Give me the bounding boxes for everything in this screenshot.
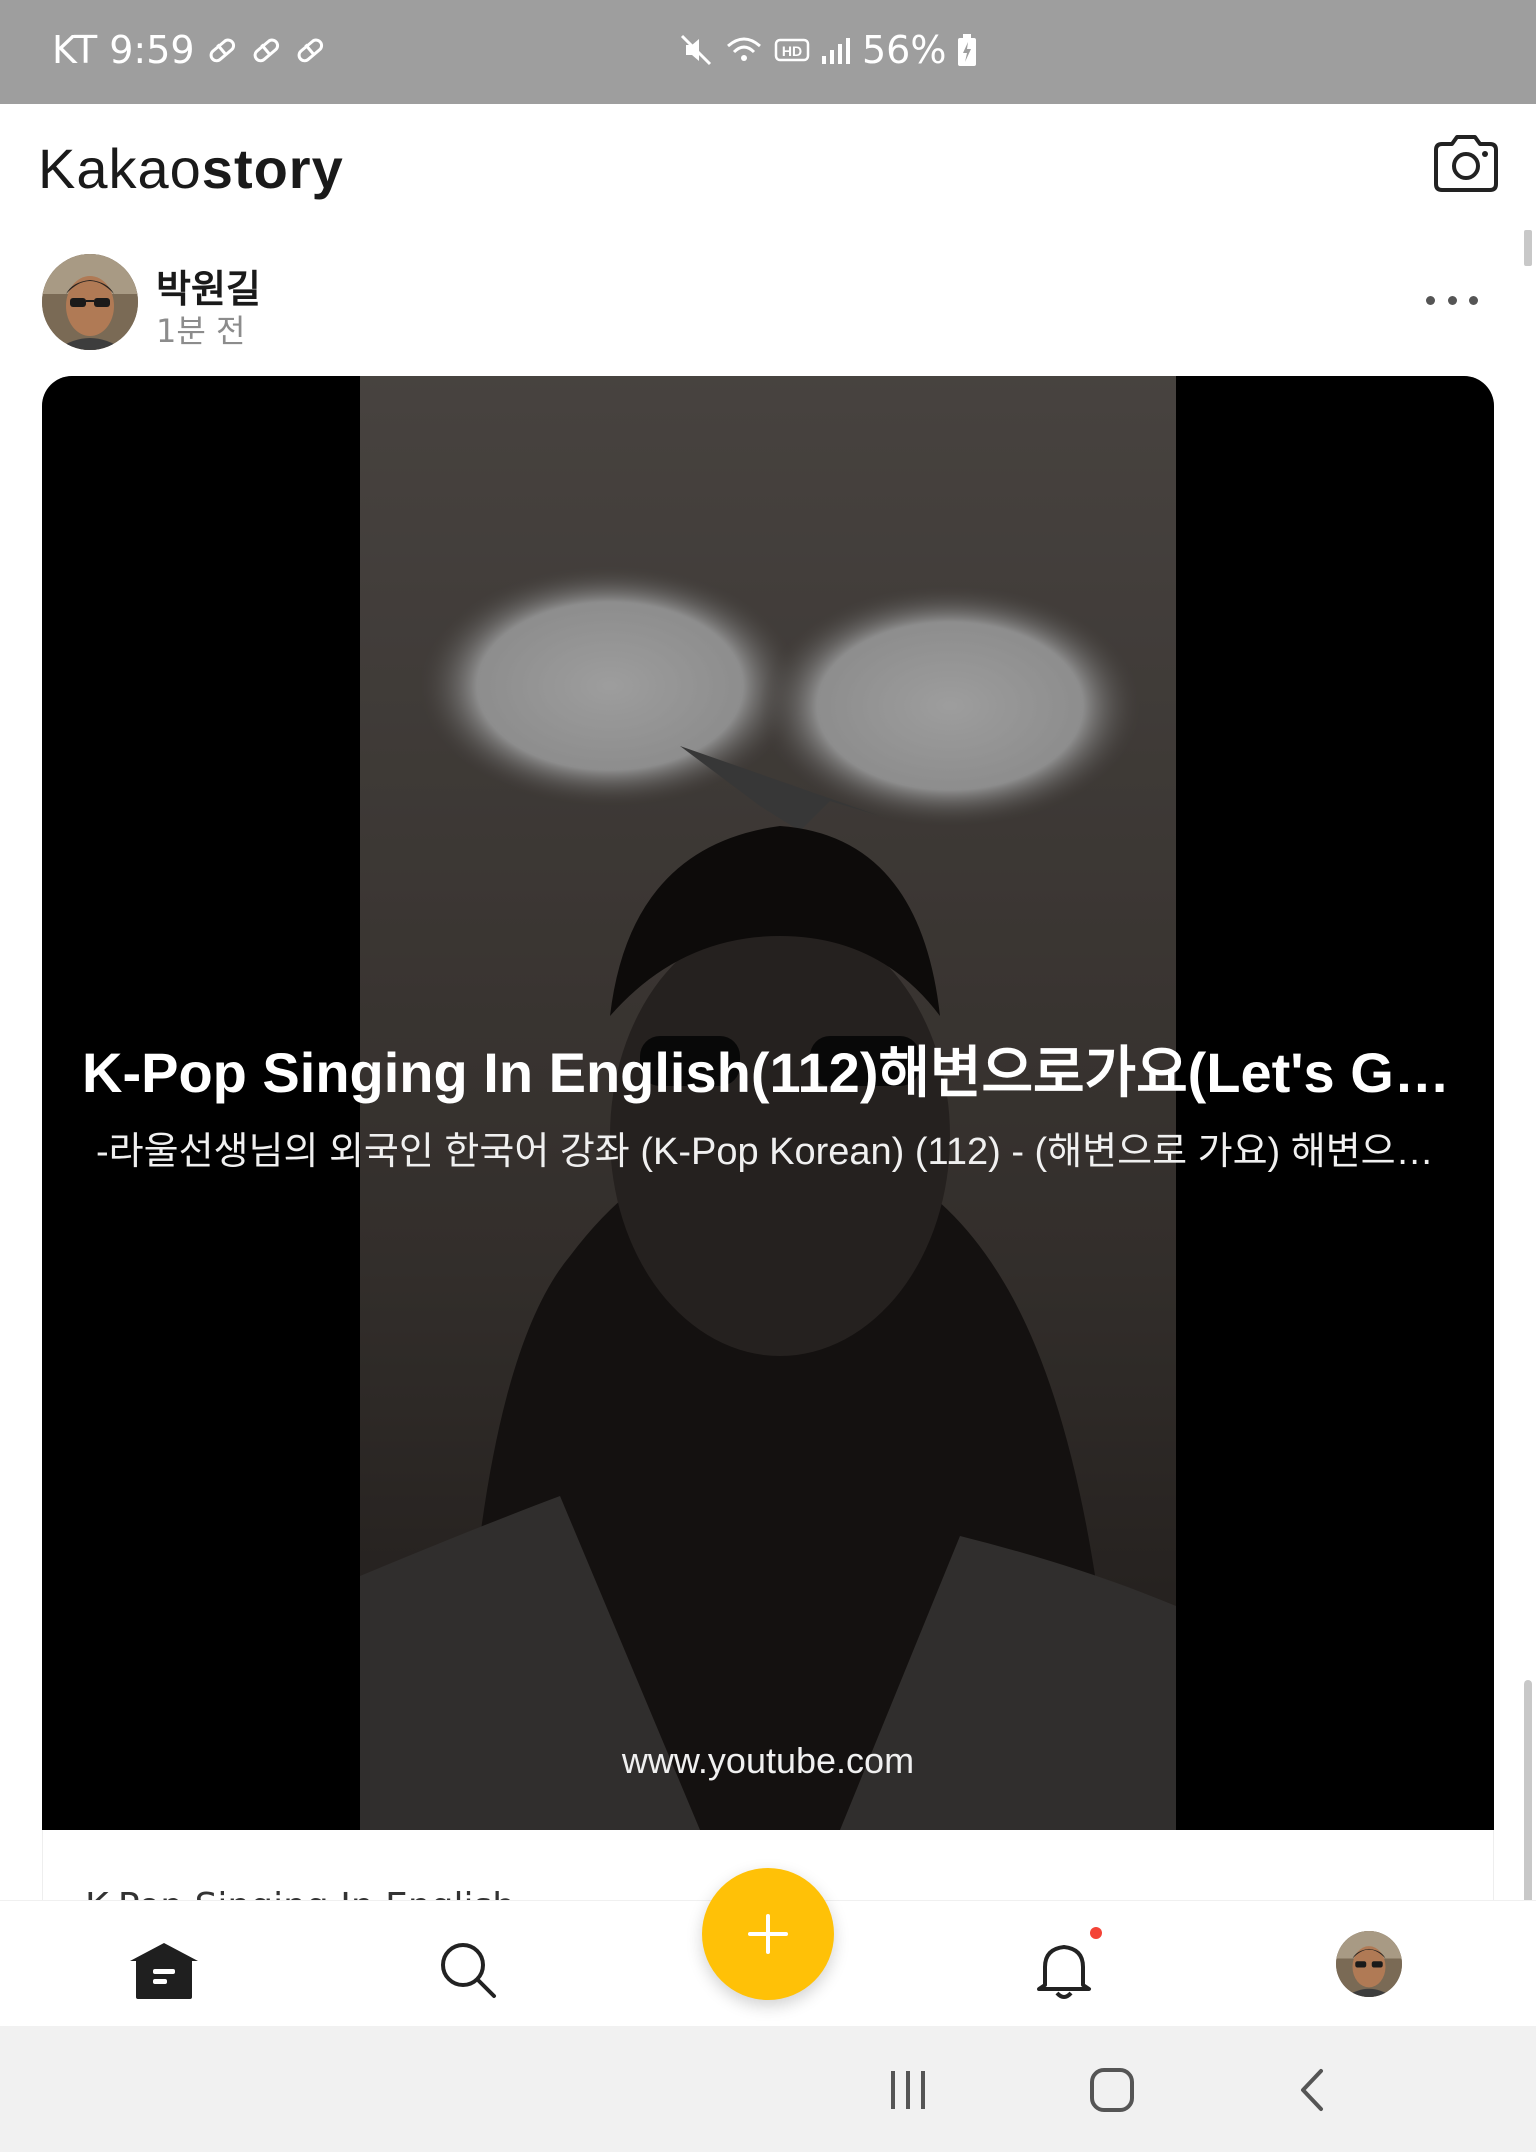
home-button-graphic	[1090, 2068, 1134, 2112]
post-header: 박원길 1분 전	[0, 250, 1536, 360]
bell-icon-graphic	[1037, 1945, 1091, 1999]
hd-icon: HD	[774, 38, 810, 62]
link-description: -라울선생님의 외국인 한국어 강좌 (K-Pop Korean) (112) …	[96, 1131, 1436, 1173]
pill-icon	[297, 38, 323, 63]
bell-icon[interactable]	[1024, 1935, 1104, 2005]
mute-icon	[680, 34, 712, 66]
back-icon[interactable]	[1284, 2060, 1344, 2120]
camera-icon[interactable]	[1430, 132, 1502, 196]
search-icon-graphic	[441, 1943, 496, 1998]
link-title[interactable]: K-Pop Singing In English(112)해변으로가요(Let'…	[82, 1028, 1462, 1109]
link-url[interactable]: www.youtube.com	[42, 1740, 1494, 1782]
add-button[interactable]	[702, 1868, 834, 2000]
status-bar: KT 9:59 HD 56%	[0, 0, 1536, 104]
home-icon-graphic	[130, 1943, 198, 1999]
app-logo: Kakaostory	[38, 136, 344, 201]
post-caption: K-Pop Singing In English	[85, 1886, 515, 1900]
brand-bold: story	[201, 137, 344, 200]
home-button-icon[interactable]	[1082, 2060, 1142, 2120]
recent-apps-icon[interactable]	[878, 2060, 938, 2120]
signal-icon	[822, 38, 850, 64]
link-preview-card[interactable]: K-Pop Singing In English(112)해변으로가요(Let'…	[42, 376, 1494, 1830]
more-icon[interactable]	[1420, 280, 1484, 320]
status-right: HD 56%	[678, 28, 978, 72]
author-name[interactable]: 박원길	[156, 258, 261, 313]
profile-avatar-photo	[1336, 1931, 1402, 1997]
svg-text:HD: HD	[782, 43, 802, 59]
carrier-time: KT 9:59	[52, 28, 195, 72]
profile-avatar[interactable]	[1336, 1931, 1402, 1997]
plus-icon	[748, 1914, 788, 1954]
brand-light: Kakao	[38, 137, 202, 200]
battery-icon	[958, 34, 977, 66]
pill-icon	[209, 38, 235, 63]
app-header: Kakaostory	[0, 104, 1536, 234]
system-nav-bar	[0, 2026, 1536, 2152]
pill-icon	[253, 38, 279, 63]
post-time: 1분 전	[156, 312, 246, 350]
scrollbar-top	[1524, 230, 1532, 266]
search-icon[interactable]	[428, 1935, 508, 2005]
author-avatar[interactable]	[42, 254, 138, 350]
wifi-icon	[727, 37, 761, 61]
notification-dot	[1090, 1927, 1102, 1939]
recent-apps-graphic	[891, 2071, 925, 2109]
battery-percent: 56%	[862, 28, 947, 72]
home-icon[interactable]	[124, 1935, 204, 2005]
avatar-photo	[42, 254, 138, 350]
back-graphic	[1301, 2069, 1323, 2111]
status-left: KT 9:59	[52, 28, 327, 72]
